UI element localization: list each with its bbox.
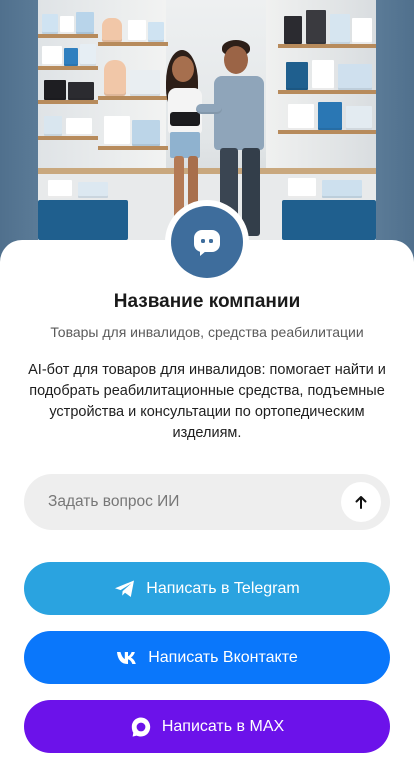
shelf	[98, 146, 168, 150]
product-box	[60, 16, 74, 34]
company-name: Название компании	[113, 291, 301, 312]
telegram-button[interactable]: Написать в Telegram	[24, 562, 390, 615]
arrow-up-icon	[353, 494, 369, 510]
back-brace	[170, 112, 200, 126]
company-subtitle: Товары для инвалидов, средства реабилита…	[50, 324, 364, 340]
max-button[interactable]: Написать в MAX	[24, 700, 390, 753]
product-box	[306, 10, 326, 44]
mannequin	[102, 18, 122, 42]
product-box	[44, 80, 66, 100]
product-box	[104, 116, 130, 146]
product-box	[284, 16, 302, 44]
shelf	[278, 44, 376, 48]
vk-button-label: Написать Вконтакте	[148, 648, 298, 666]
product-box	[330, 14, 350, 44]
shelf	[278, 90, 376, 94]
product-box	[130, 70, 160, 96]
product-box	[312, 60, 334, 90]
shelf	[98, 42, 168, 46]
vk-icon	[116, 651, 138, 665]
ask-ai-field	[24, 474, 390, 530]
counter-panel	[38, 200, 128, 240]
shelf	[278, 130, 376, 134]
product-box	[132, 120, 160, 146]
ask-ai-input[interactable]	[24, 474, 334, 530]
product-box	[78, 182, 108, 198]
head	[224, 46, 248, 74]
shelf	[38, 136, 98, 140]
telegram-button-label: Написать в Telegram	[146, 579, 300, 597]
avatar	[165, 200, 249, 284]
product-box	[76, 12, 94, 34]
product-box	[288, 178, 316, 198]
shelf	[38, 66, 98, 70]
arm	[196, 104, 222, 114]
telegram-icon	[114, 579, 136, 599]
product-box	[148, 22, 164, 42]
product-box	[128, 20, 146, 42]
send-button[interactable]	[341, 482, 381, 522]
bot-description: AI-бот для товаров для инвалидов: помога…	[28, 362, 386, 441]
product-box	[352, 18, 372, 44]
app-screen: Название компании Товары для инвалидов, …	[0, 0, 414, 770]
shorts	[170, 132, 200, 158]
product-box	[68, 82, 94, 100]
product-box	[346, 106, 372, 130]
counter-panel	[282, 200, 376, 240]
chat-bot-icon	[171, 206, 243, 278]
product-box	[322, 180, 362, 198]
product-box	[42, 14, 58, 34]
product-box	[44, 116, 62, 136]
vk-button[interactable]: Написать Вконтакте	[24, 631, 390, 684]
shelf	[38, 100, 98, 104]
shelf	[98, 96, 168, 100]
product-box	[338, 64, 372, 90]
product-box	[48, 180, 72, 198]
product-box	[286, 62, 308, 90]
product-box	[318, 102, 342, 130]
max-button-label: Написать в MAX	[161, 717, 285, 735]
max-icon	[130, 716, 152, 738]
product-box	[80, 44, 96, 66]
product-box	[66, 118, 92, 136]
product-box	[288, 104, 314, 130]
head	[172, 56, 194, 82]
product-box	[64, 48, 78, 66]
shelf	[38, 34, 98, 38]
product-box	[42, 46, 62, 66]
scrubs-top	[214, 76, 264, 150]
mannequin	[104, 60, 126, 96]
